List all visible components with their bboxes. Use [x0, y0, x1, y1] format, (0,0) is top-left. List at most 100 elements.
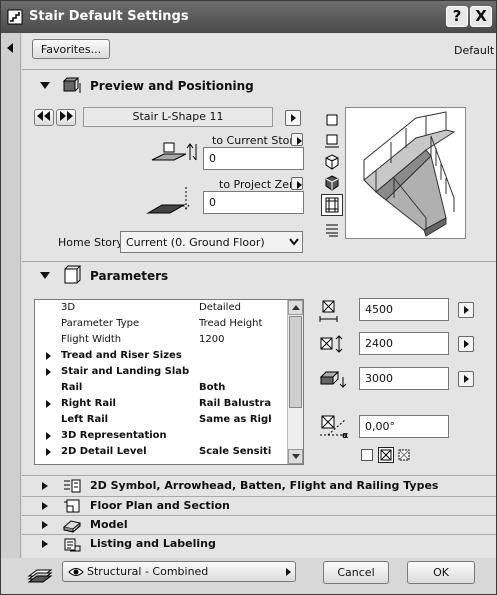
parameter-list[interactable]: 3D Detailed Parameter Type Tread Height Fl… [34, 299, 304, 465]
expand-triangle-icon[interactable] [42, 482, 48, 490]
side-collapse-strip[interactable] [1, 33, 21, 563]
next-stair-button[interactable] [56, 109, 76, 126]
parameters-icon [64, 265, 82, 284]
collapse-arrow-icon[interactable] [7, 43, 13, 53]
cancel-button[interactable]: Cancel [323, 561, 389, 584]
height-menu-arrow[interactable] [458, 336, 474, 352]
parameter-name: Stair and Landing Slab [61, 366, 190, 377]
window-title: Stair Default Settings [29, 9, 189, 24]
divider [22, 261, 496, 262]
symbol-section-header[interactable]: 2D Symbol, Arrowhead, Batten, Flight and… [22, 477, 496, 496]
dialog-content: Favorites... Default Preview and Positio… [22, 33, 496, 558]
elevation-icon [319, 371, 347, 388]
section-title: Floor Plan and Section [90, 499, 230, 512]
home-story-select[interactable]: Current (0. Ground Floor) [120, 231, 303, 253]
listing-icon [64, 538, 81, 552]
symbol-icon [64, 479, 81, 493]
stair-library-arrow-button[interactable] [285, 110, 301, 126]
stair-default-settings-dialog: Stair Default Settings ? X Favorites... … [0, 0, 497, 595]
layer-menu-arrow-icon [286, 568, 291, 576]
parameter-name: Parameter Type [61, 318, 140, 329]
preview-section-title: Preview and Positioning [90, 79, 254, 93]
expand-arrow-icon[interactable] [46, 448, 51, 456]
section-title: 2D Symbol, Arrowhead, Batten, Flight and… [90, 479, 439, 492]
expand-arrow-icon[interactable] [46, 368, 51, 376]
parameter-row[interactable]: 2D Detail Level Scale Sensiti [35, 444, 287, 460]
divider [22, 475, 496, 476]
scroll-up-arrow-icon[interactable] [288, 300, 303, 315]
height-input[interactable]: 2400 [359, 332, 449, 355]
model-section-header[interactable]: Model [22, 516, 496, 535]
scroll-thumb[interactable] [289, 316, 302, 408]
width-menu-arrow[interactable] [458, 302, 474, 318]
expand-triangle-icon[interactable] [40, 82, 50, 89]
favorites-button[interactable]: Favorites... [32, 39, 110, 59]
parameter-row[interactable]: 3D Detailed [35, 300, 287, 316]
home-story-value: Current (0. Ground Floor) [126, 236, 265, 249]
previous-stair-button[interactable] [34, 109, 54, 126]
parameter-value: Same as Righ [199, 414, 271, 425]
listing-section-header[interactable]: Listing and Labeling [22, 535, 496, 554]
rotation-angle-input[interactable]: 0,00° [359, 415, 449, 438]
expand-triangle-icon[interactable] [42, 502, 48, 510]
close-button[interactable]: X [470, 6, 492, 27]
help-button[interactable]: ? [446, 6, 468, 27]
top-view-icon[interactable] [323, 111, 341, 129]
dashed-box-icon [398, 449, 410, 461]
expand-triangle-icon[interactable] [40, 272, 50, 279]
parameter-list-scrollbar[interactable] [287, 300, 303, 464]
to-current-story-menu-arrow[interactable] [291, 133, 303, 146]
section-title: Model [90, 518, 128, 531]
current-story-elevation-input[interactable]: 0 [203, 147, 304, 170]
elevation-input[interactable]: 3000 [359, 367, 449, 390]
parameter-row[interactable]: Tread and Riser Sizes [35, 348, 287, 364]
preview-mode-selected[interactable] [321, 194, 343, 216]
layer-value: Structural - Combined [87, 565, 209, 578]
scroll-down-arrow-icon[interactable] [288, 449, 303, 464]
axonometric-solid-icon[interactable] [323, 174, 341, 192]
default-label: Default [454, 44, 495, 57]
parameter-row[interactable]: Left Rail Same as Righ [35, 412, 287, 428]
parameter-name: Rail [61, 382, 83, 393]
parameters-section-header[interactable]: Parameters [22, 263, 496, 289]
width-input[interactable]: 4500 [359, 298, 449, 321]
parameter-name: Left Rail [61, 414, 109, 425]
parameter-row[interactable]: Flight Width 1200 [35, 332, 287, 348]
parameter-list-icon[interactable] [323, 221, 341, 239]
parameter-row[interactable]: Rail Both [35, 380, 287, 396]
expand-arrow-icon[interactable] [46, 400, 51, 408]
home-story-label: Home Story: [58, 236, 126, 249]
side-view-icon[interactable] [323, 132, 341, 150]
title-bar: Stair Default Settings ? X [1, 1, 496, 33]
parameter-row[interactable]: Parameter Type Tread Height [35, 316, 287, 332]
orientation-checkbox-plain[interactable] [361, 449, 373, 461]
parameter-name: 3D Representation [61, 430, 167, 441]
floor-plan-icon [64, 499, 80, 513]
parameter-row[interactable]: Stair and Landing Slab [35, 364, 287, 380]
expand-arrow-icon[interactable] [46, 432, 51, 440]
ok-button[interactable]: OK [407, 561, 475, 584]
layer-stack-icon [27, 569, 53, 583]
expand-triangle-icon[interactable] [42, 521, 48, 529]
preview-section-header[interactable]: Preview and Positioning [22, 73, 496, 99]
orientation-checkbox-crossed[interactable] [378, 447, 394, 463]
expand-triangle-icon[interactable] [42, 540, 48, 548]
expand-arrow-icon[interactable] [46, 352, 51, 360]
story-elevation-icon [151, 142, 197, 161]
layer-select[interactable]: Structural - Combined [62, 561, 296, 582]
parameter-name: 2D Detail Level [61, 446, 147, 457]
elevation-menu-arrow[interactable] [458, 371, 474, 387]
to-project-zero-menu-arrow[interactable] [291, 177, 303, 190]
model-icon [62, 520, 82, 533]
project-zero-elevation-input[interactable]: 0 [203, 191, 304, 214]
axonometric-wire-icon[interactable] [323, 153, 341, 171]
floor-plan-section-header[interactable]: Floor Plan and Section [22, 497, 496, 516]
divider [22, 69, 496, 70]
stair-3d-preview [345, 107, 466, 239]
orientation-checkbox-mirror[interactable] [398, 449, 410, 461]
parameter-row[interactable]: 3D Representation [35, 428, 287, 444]
film-strip-icon [325, 197, 339, 213]
preview-positioning-icon [62, 77, 81, 93]
parameter-row[interactable]: Right Rail Rail Balustrac [35, 396, 287, 412]
crossed-box-icon [380, 449, 392, 461]
